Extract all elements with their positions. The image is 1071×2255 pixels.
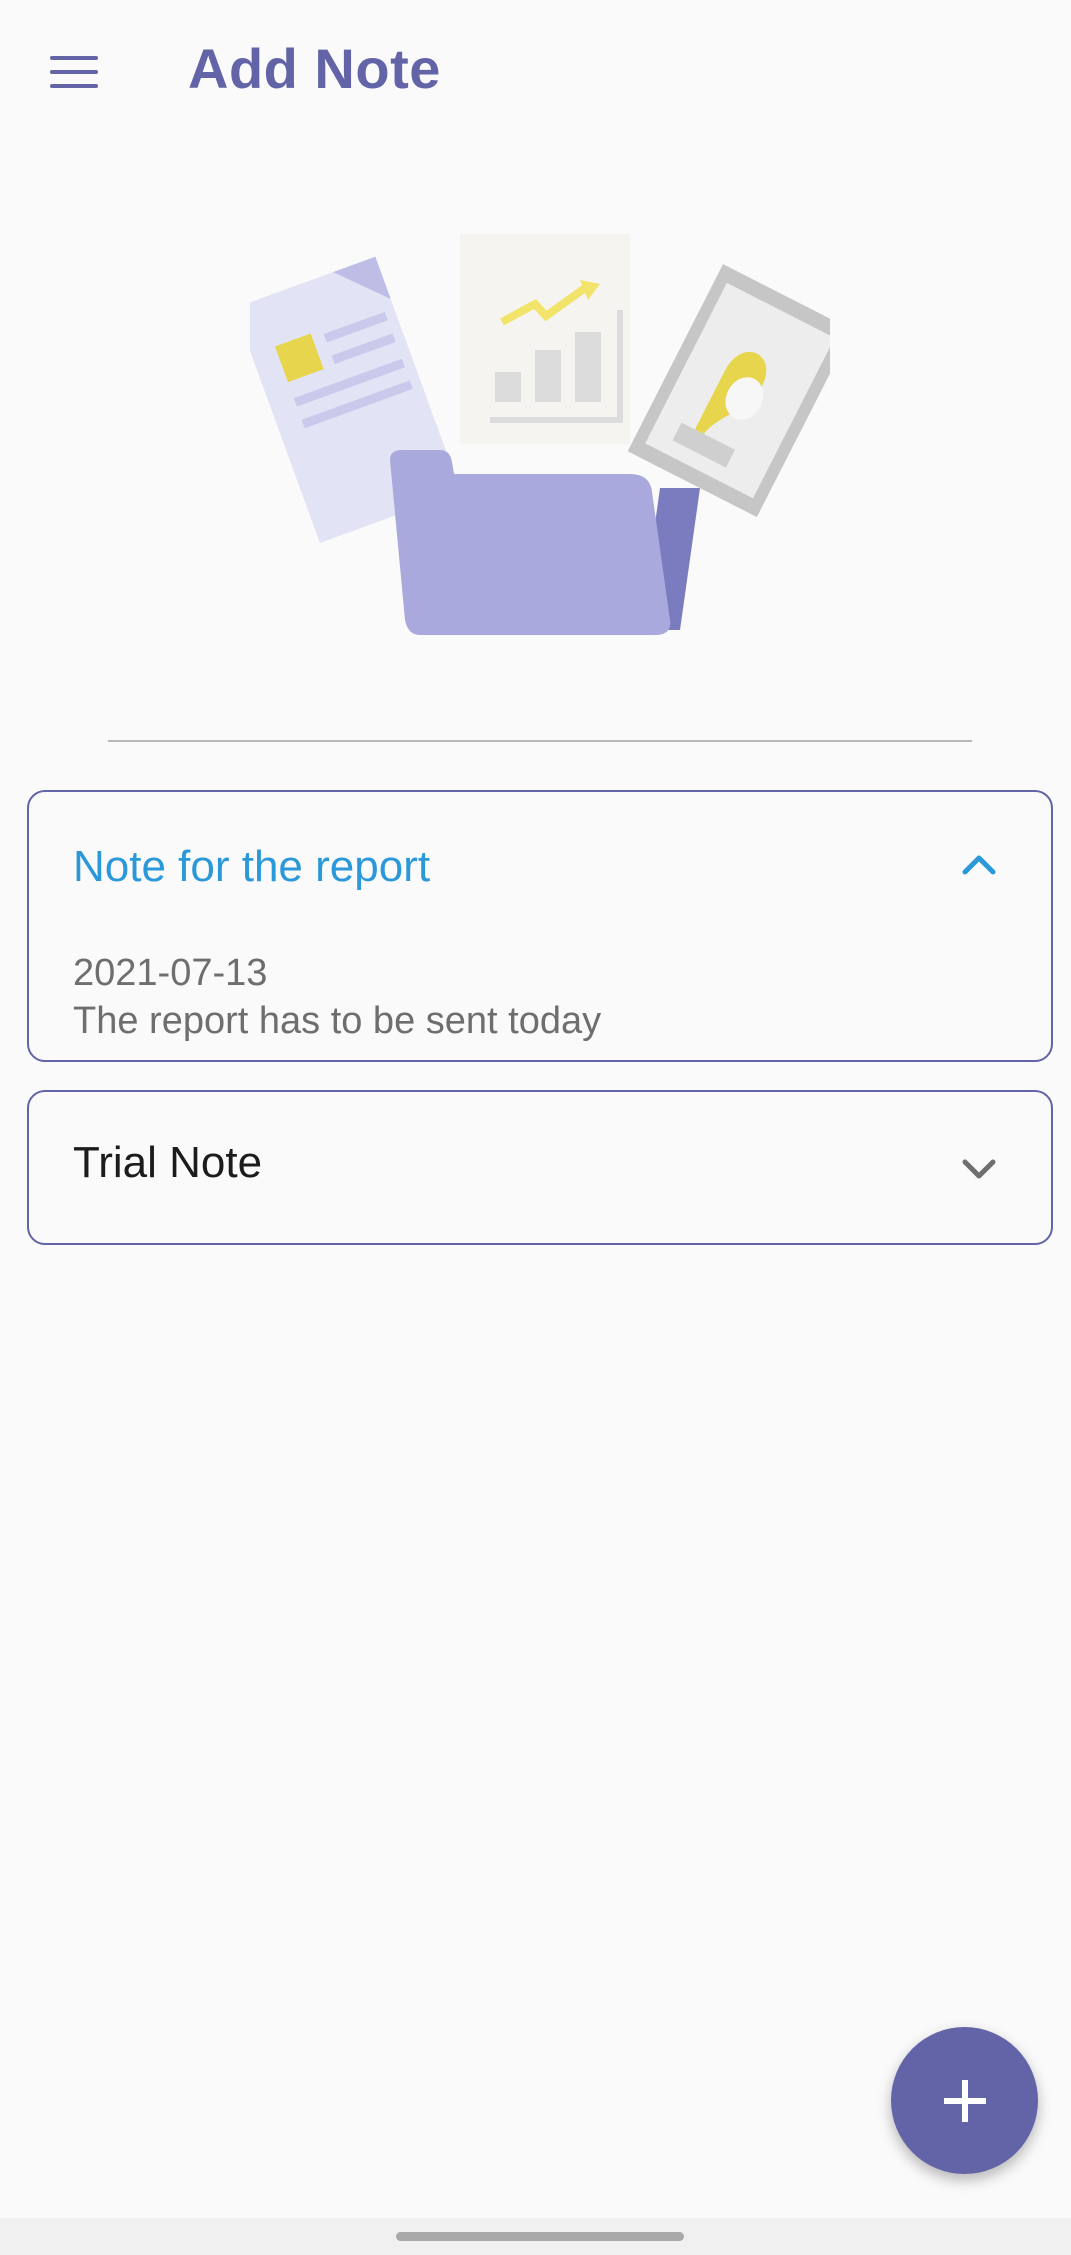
documents-folder-illustration <box>250 234 830 635</box>
note-title[interactable]: Trial Note <box>73 1138 262 1188</box>
note-title[interactable]: Note for the report <box>73 842 430 892</box>
folder <box>390 450 700 635</box>
note-card-collapsed[interactable]: Trial Note <box>27 1090 1053 1245</box>
note-card-expanded[interactable]: Note for the report 2021-07-13 The repor… <box>27 790 1053 1062</box>
divider <box>108 740 972 742</box>
home-indicator[interactable] <box>396 2232 684 2241</box>
plus-icon <box>943 2079 986 2122</box>
note-date: 2021-07-13 <box>73 952 268 994</box>
picture-frame <box>627 264 830 518</box>
app-bar: Add Note <box>0 0 1071 140</box>
chart-sheet <box>460 234 630 444</box>
screen: Add Note Note for the report 2021-07-13 … <box>0 0 1071 2255</box>
hamburger-menu-icon[interactable] <box>34 40 114 104</box>
page-title: Add Note <box>188 37 441 100</box>
chevron-down-icon[interactable] <box>957 1146 1001 1190</box>
chevron-up-icon[interactable] <box>957 842 1001 886</box>
add-note-button[interactable] <box>891 2027 1038 2174</box>
system-nav-bar <box>0 2218 1071 2255</box>
note-body: The report has to be sent today <box>73 1000 602 1042</box>
